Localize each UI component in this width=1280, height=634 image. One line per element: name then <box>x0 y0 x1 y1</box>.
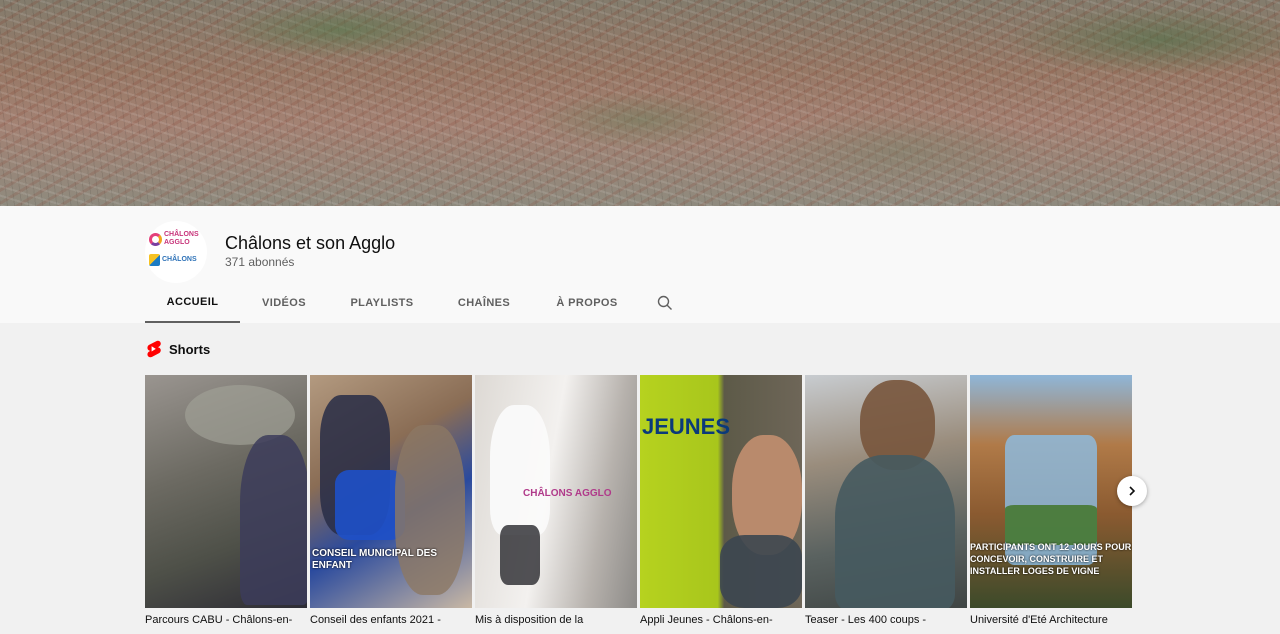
shelf-next-button[interactable] <box>1117 476 1147 506</box>
short-overlay-text: CHÂLONS AGGLO <box>523 488 612 499</box>
home-content: Shorts Parcours CABU - Châlons-en- CONSE… <box>0 323 1280 634</box>
short-card[interactable]: JEUNES Appli Jeunes - Châlons-en- <box>640 375 802 634</box>
tab-accueil[interactable]: ACCUEIL <box>145 283 240 323</box>
shorts-icon <box>147 340 161 358</box>
shorts-shelf: Parcours CABU - Châlons-en- CONSEIL MUNI… <box>145 375 1132 634</box>
short-thumbnail[interactable]: JEUNES <box>640 375 802 608</box>
tab-videos[interactable]: VIDÉOS <box>240 283 328 323</box>
logo-text-agglo: AGGLO <box>164 239 190 246</box>
channel-avatar[interactable]: CHÂLONS AGGLO CHÂLONS <box>145 221 207 283</box>
tab-a-propos[interactable]: À PROPOS <box>532 283 642 323</box>
subscriber-count: 371 abonnés <box>225 255 295 269</box>
logo-row-city: CHÂLONS <box>149 254 197 266</box>
logo-row-agglo: CHÂLONS AGGLO <box>149 231 199 247</box>
short-overlay-text: CONSEIL MUNICIPAL DES ENFANT <box>312 548 438 571</box>
channel-tabs: ACCUEIL VIDÉOS PLAYLISTS CHAÎNES À PROPO… <box>145 283 680 323</box>
tab-chaines[interactable]: CHAÎNES <box>436 283 532 323</box>
short-title[interactable]: Conseil des enfants 2021 - <box>310 613 472 634</box>
short-card[interactable]: Parcours CABU - Châlons-en- <box>145 375 307 634</box>
short-thumbnail[interactable] <box>805 375 967 608</box>
channel-search-button[interactable] <box>650 283 680 323</box>
short-thumbnail[interactable]: CONSEIL MUNICIPAL DES ENFANT <box>310 375 472 608</box>
tab-playlists[interactable]: PLAYLISTS <box>328 283 436 323</box>
channel-name: Châlons et son Agglo <box>225 233 396 253</box>
short-title[interactable]: Université d'Eté Architecture <box>970 613 1132 634</box>
short-title[interactable]: Parcours CABU - Châlons-en- <box>145 613 307 634</box>
shorts-section-header: Shorts <box>145 340 210 358</box>
agglo-logo-icon <box>149 232 162 246</box>
short-thumbnail[interactable]: PARTICIPANTS ONT 12 JOURS POUR CONCEVOIR… <box>970 375 1132 608</box>
short-thumbnail[interactable]: CHÂLONS AGGLO <box>475 375 637 608</box>
search-icon <box>657 295 672 310</box>
short-title[interactable]: Appli Jeunes - Châlons-en- <box>640 613 802 634</box>
short-card[interactable]: Teaser - Les 400 coups - <box>805 375 967 634</box>
short-card[interactable]: PARTICIPANTS ONT 12 JOURS POUR CONCEVOIR… <box>970 375 1132 634</box>
short-title[interactable]: Mis à disposition de la <box>475 613 637 634</box>
channel-header: CHÂLONS AGGLO CHÂLONS Châlons et son Agg… <box>0 206 1280 323</box>
chevron-right-icon <box>1129 486 1136 496</box>
logo-text-chalons: CHÂLONS <box>164 231 199 238</box>
short-card[interactable]: CONSEIL MUNICIPAL DES ENFANT Conseil des… <box>310 375 472 634</box>
short-card[interactable]: CHÂLONS AGGLO Mis à disposition de la <box>475 375 637 634</box>
short-title[interactable]: Teaser - Les 400 coups - <box>805 613 967 634</box>
short-overlay-text: JEUNES <box>642 414 731 439</box>
short-thumbnail[interactable] <box>145 375 307 608</box>
city-logo-icon <box>149 254 160 266</box>
channel-banner <box>0 0 1280 206</box>
logo-text-city: CHÂLONS <box>162 256 197 263</box>
shorts-title: Shorts <box>169 341 211 357</box>
banner-haze <box>0 0 1280 206</box>
short-overlay-text: PARTICIPANTS ONT 12 JOURS POUR CONCEVOIR… <box>970 542 1132 576</box>
